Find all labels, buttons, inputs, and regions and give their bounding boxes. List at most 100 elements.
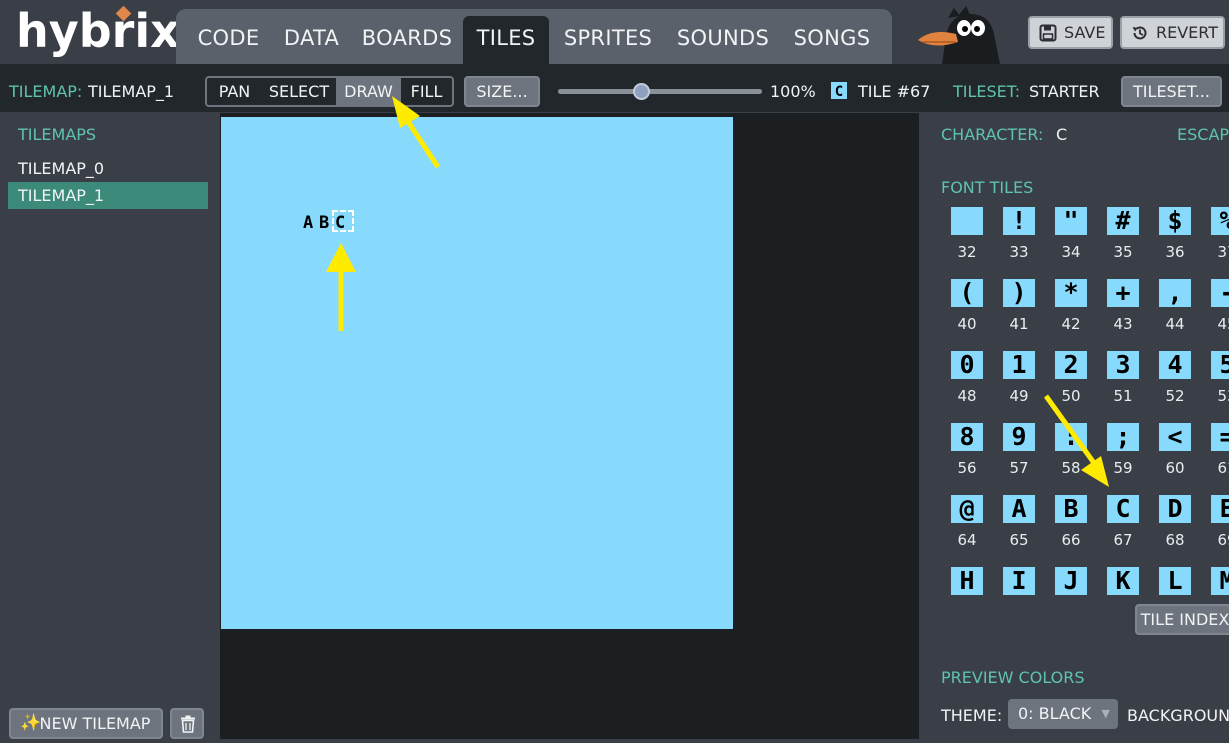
tileset-button[interactable]: TILESET... xyxy=(1121,76,1222,107)
font-tile[interactable]: A xyxy=(1003,495,1035,523)
font-tile[interactable]: ) xyxy=(1003,279,1035,307)
crow-mascot-icon xyxy=(918,6,1000,64)
font-tile[interactable]: + xyxy=(1107,279,1139,307)
tab-code[interactable]: CODE xyxy=(186,16,271,64)
font-tile[interactable]: < xyxy=(1159,423,1191,451)
font-tile[interactable]: 9 xyxy=(1003,423,1035,451)
editor-toolbar: TILEMAP: TILEMAP_1 PAN SELECT DRAW FILL … xyxy=(0,64,1229,112)
tilemap-canvas[interactable]: A B C xyxy=(219,112,920,740)
tilemap-label: TILEMAP: xyxy=(9,82,83,101)
tilemap-item-0[interactable]: TILEMAP_0 xyxy=(8,155,208,182)
new-tilemap-button[interactable]: ✨ NEW TILEMAP xyxy=(9,708,163,739)
background-label: BACKGROUND xyxy=(1127,706,1229,725)
font-tile-number: 49 xyxy=(1009,387,1029,405)
font-tile[interactable]: ; xyxy=(1107,423,1139,451)
tab-tiles[interactable]: TILES xyxy=(463,16,549,64)
font-tile[interactable]: 3 xyxy=(1107,351,1139,379)
font-tile-number: 34 xyxy=(1061,243,1081,261)
font-tile[interactable]: $ xyxy=(1159,207,1191,235)
font-tile[interactable]: " xyxy=(1055,207,1087,235)
font-tile[interactable]: 5 xyxy=(1211,351,1229,379)
app-logo: hybrix xyxy=(16,4,180,58)
font-tile[interactable]: D xyxy=(1159,495,1191,523)
font-tile[interactable]: 1 xyxy=(1003,351,1035,379)
mode-fill[interactable]: FILL xyxy=(401,78,452,105)
font-tile-number: 64 xyxy=(957,531,977,549)
font-tile[interactable]: C xyxy=(1107,495,1139,523)
font-tiles-title: FONT TILES xyxy=(941,178,1034,197)
size-button[interactable]: SIZE... xyxy=(464,76,540,107)
zoom-slider-track[interactable] xyxy=(558,89,762,94)
font-tile[interactable]: I xyxy=(1003,567,1035,595)
revert-button[interactable]: REVERT xyxy=(1120,16,1225,49)
font-tile-number: 32 xyxy=(957,243,977,261)
font-tile[interactable]: J xyxy=(1055,567,1087,595)
font-tile[interactable]: E xyxy=(1211,495,1229,523)
sparkles-icon: ✨ xyxy=(20,713,42,733)
font-tile[interactable]: = xyxy=(1211,423,1229,451)
app-header: hybrix CODE DATA BOARDS TILES SPRITES SO… xyxy=(0,0,1229,64)
font-tile-number: 69 xyxy=(1217,531,1229,549)
font-tile-number: 67 xyxy=(1113,531,1133,549)
font-tile[interactable]: @ xyxy=(951,495,983,523)
save-button[interactable]: SAVE xyxy=(1028,16,1113,49)
font-tile-number: 45 xyxy=(1217,315,1229,333)
character-label: CHARACTER: xyxy=(941,125,1044,144)
font-tile-number: 68 xyxy=(1165,531,1185,549)
tab-sounds[interactable]: SOUNDS xyxy=(668,16,778,64)
tile-index-button[interactable]: TILE INDEX xyxy=(1135,604,1229,635)
canvas-tile-b: B xyxy=(319,213,330,233)
font-tile[interactable]: ( xyxy=(951,279,983,307)
new-tilemap-label: NEW TILEMAP xyxy=(39,714,151,733)
tileset-label: TILESET: xyxy=(953,82,1021,101)
font-tile[interactable]: L xyxy=(1159,567,1191,595)
font-tile[interactable]: # xyxy=(1107,207,1139,235)
delete-tilemap-button[interactable] xyxy=(170,708,204,739)
mode-select[interactable]: SELECT xyxy=(262,78,336,105)
theme-select[interactable]: 0: BLACK ▼ xyxy=(1008,699,1118,729)
font-tile-number: 48 xyxy=(957,387,977,405)
chevron-down-icon: ▼ xyxy=(1101,707,1110,720)
preview-colors-panel: PREVIEW COLORS THEME: 0: BLACK ▼ BACKGRO… xyxy=(930,655,1229,743)
font-tile[interactable]: - xyxy=(1211,279,1229,307)
main-tabs: CODE DATA BOARDS TILES SPRITES SOUNDS SO… xyxy=(176,9,892,64)
trash-icon xyxy=(181,715,195,733)
font-tile-number: 51 xyxy=(1113,387,1133,405)
font-tile[interactable] xyxy=(951,207,983,235)
tab-data[interactable]: DATA xyxy=(273,16,350,64)
font-tile[interactable]: M xyxy=(1211,567,1229,595)
font-tile[interactable]: K xyxy=(1107,567,1139,595)
font-tile[interactable]: 8 xyxy=(951,423,983,451)
font-tile-number: 53 xyxy=(1217,387,1229,405)
font-tile[interactable]: % xyxy=(1211,207,1229,235)
font-tile-number: 52 xyxy=(1165,387,1185,405)
tilemap-area[interactable]: A B C xyxy=(221,117,733,629)
mode-pan[interactable]: PAN xyxy=(207,78,262,105)
font-tile[interactable]: 2 xyxy=(1055,351,1087,379)
mode-draw[interactable]: DRAW xyxy=(336,78,401,105)
font-tile[interactable]: 0 xyxy=(951,351,983,379)
tilemaps-title: TILEMAPS xyxy=(18,125,97,144)
tab-songs[interactable]: SONGS xyxy=(783,16,881,64)
font-tile-number: 36 xyxy=(1165,243,1185,261)
tab-sprites[interactable]: SPRITES xyxy=(553,16,663,64)
font-tile-number: 61 xyxy=(1217,459,1229,477)
zoom-slider-handle[interactable] xyxy=(633,83,650,100)
tilemap-item-1[interactable]: TILEMAP_1 xyxy=(8,182,208,209)
tilemap-name: TILEMAP_1 xyxy=(88,82,175,101)
font-tile-number: 33 xyxy=(1009,243,1029,261)
font-tile[interactable]: B xyxy=(1055,495,1087,523)
font-tile-number: 66 xyxy=(1061,531,1081,549)
font-tile[interactable]: ! xyxy=(1003,207,1035,235)
font-tile-number: 43 xyxy=(1113,315,1133,333)
font-tile[interactable]: : xyxy=(1055,423,1087,451)
character-value: C xyxy=(1056,125,1068,144)
tab-boards[interactable]: BOARDS xyxy=(352,16,462,64)
font-tile-number: 60 xyxy=(1165,459,1185,477)
font-tile[interactable]: 4 xyxy=(1159,351,1191,379)
font-tile[interactable]: , xyxy=(1159,279,1191,307)
font-tile[interactable]: H xyxy=(951,567,983,595)
mode-selector: PAN SELECT DRAW FILL xyxy=(205,76,454,107)
font-tile-number: 58 xyxy=(1061,459,1081,477)
font-tile[interactable]: * xyxy=(1055,279,1087,307)
